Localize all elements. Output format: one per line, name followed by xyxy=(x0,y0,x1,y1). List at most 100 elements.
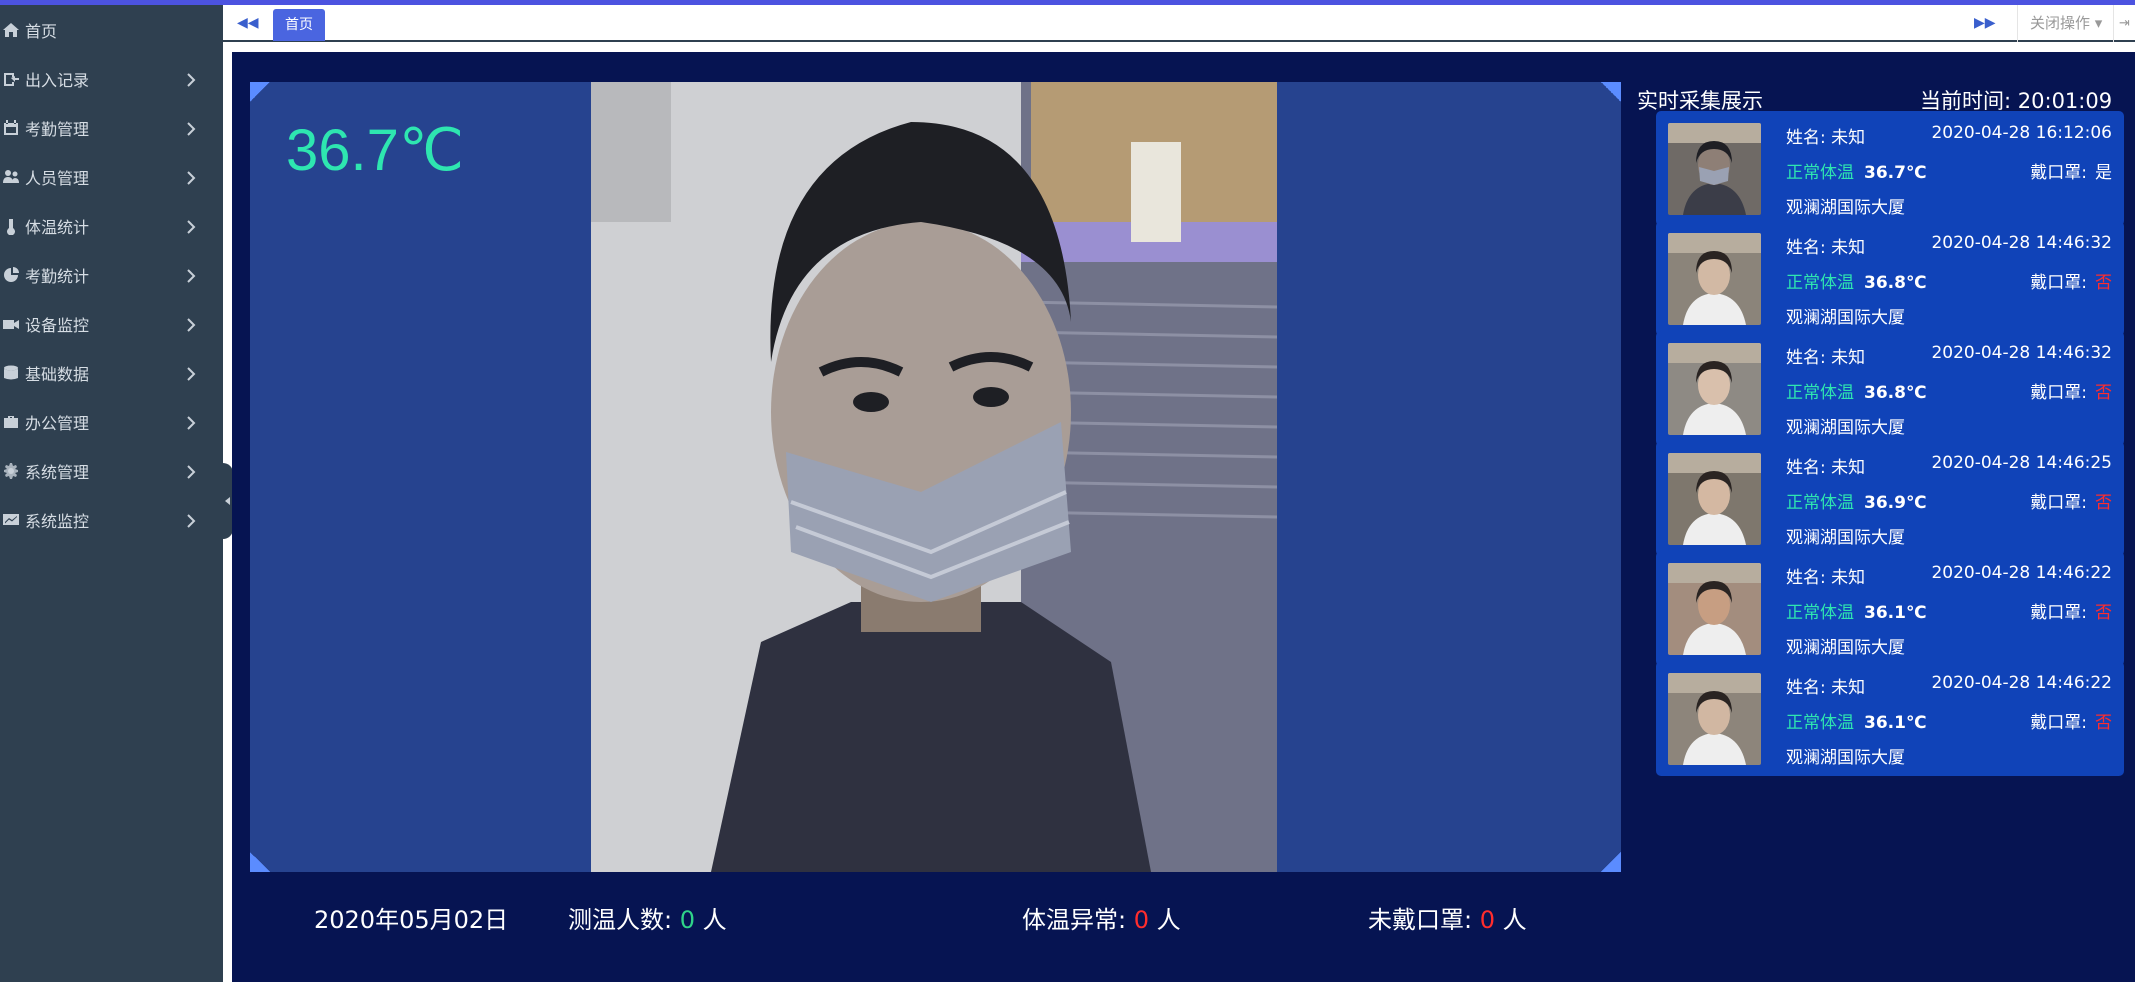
chevron-right-icon xyxy=(184,72,198,87)
record-datetime: 2020-04-28 14:46:22 xyxy=(1931,673,2112,693)
no-mask-unit: 人 xyxy=(1502,906,1527,934)
sidebar-item-label: 设备监控 xyxy=(25,315,90,335)
chevron-right-icon xyxy=(184,415,198,430)
close-operations-dropdown[interactable]: 关闭操作 ▾ xyxy=(2017,5,2114,42)
measured-unit: 人 xyxy=(702,906,727,934)
live-temperature-readout: 36.7℃ xyxy=(286,118,465,183)
pie-chart-icon xyxy=(0,264,22,286)
exit-icon[interactable]: ⇥ xyxy=(2113,5,2135,42)
mask-status: 戴口罩: 否 xyxy=(2030,488,2112,513)
camera-feed-image xyxy=(591,82,1277,872)
current-date: 2020年05月02日 xyxy=(314,906,509,934)
capture-record-card[interactable]: 姓名: 未知 2020-04-28 14:46:22 正常体温 36.1℃ 戴口罩: 否观… xyxy=(1656,551,2124,666)
abnormal-unit: 人 xyxy=(1156,906,1181,934)
record-datetime: 2020-04-28 14:46:32 xyxy=(1931,233,2112,253)
capture-thumbnail xyxy=(1668,123,1761,215)
temperature-status: 正常体温 xyxy=(1786,273,1854,293)
record-temperature: 正常体温 36.8℃ xyxy=(1786,378,1927,403)
mask-label: 戴口罩: xyxy=(2030,713,2087,733)
capture-record-card[interactable]: 姓名: 未知 2020-04-28 14:46:25 正常体温 36.9℃ 戴口罩: 否观… xyxy=(1656,441,2124,556)
record-temperature: 正常体温 36.1℃ xyxy=(1786,708,1927,733)
record-name: 姓名: 未知 xyxy=(1786,128,1866,148)
sidebar-item[interactable]: 考勤统计 xyxy=(0,250,223,299)
mask-value: 否 xyxy=(2095,603,2112,623)
home-icon xyxy=(0,19,22,41)
sidebar-item-label: 人员管理 xyxy=(25,168,90,188)
tab-bar: ◀◀ 首页 ▶▶ 关闭操作 ▾ ⇥ xyxy=(223,5,2135,42)
mask-value: 是 xyxy=(2095,163,2112,183)
abnormal-temp-stat: 体温异常: 0 人 xyxy=(1022,900,1181,935)
mask-label: 戴口罩: xyxy=(2030,493,2087,513)
tab-home[interactable]: 首页 xyxy=(273,9,325,41)
measured-count-value: 0 xyxy=(679,906,696,934)
access-log-icon xyxy=(0,68,22,90)
temperature-status: 正常体温 xyxy=(1786,713,1854,733)
sidebar-item[interactable]: 出入记录 xyxy=(0,54,223,103)
capture-thumbnail xyxy=(1668,233,1761,325)
capture-record-card[interactable]: 姓名: 未知 2020-04-28 16:12:06 正常体温 36.7℃ 戴口罩: 是观… xyxy=(1656,111,2124,226)
capture-record-card[interactable]: 姓名: 未知 2020-04-28 14:46:32 正常体温 36.8℃ 戴口罩: 否观… xyxy=(1656,331,2124,446)
chevron-right-icon xyxy=(184,170,198,185)
sidebar-item-label: 首页 xyxy=(25,21,58,41)
users-icon xyxy=(0,166,22,188)
no-mask-label: 未戴口罩: xyxy=(1368,906,1473,934)
sidebar-item[interactable]: 办公管理 xyxy=(0,397,223,446)
record-location: 观澜湖国际大厦 xyxy=(1786,198,1905,218)
record-datetime: 2020-04-28 16:12:06 xyxy=(1931,123,2112,143)
mask-label: 戴口罩: xyxy=(2030,603,2087,623)
sidebar-item-label: 考勤管理 xyxy=(25,119,90,139)
mask-value: 否 xyxy=(2095,713,2112,733)
current-time-value: 20:01:09 xyxy=(2017,89,2113,113)
current-time-label: 当前时间: xyxy=(1920,89,2012,113)
temperature-value: 36.8℃ xyxy=(1864,383,1927,403)
sidebar-item[interactable]: 基础数据 xyxy=(0,348,223,397)
sidebar-item[interactable]: 首页 xyxy=(0,5,223,54)
record-name: 姓名: 未知 xyxy=(1786,458,1866,478)
mask-label: 戴口罩: xyxy=(2030,163,2087,183)
mask-value: 否 xyxy=(2095,383,2112,403)
record-temperature: 正常体温 36.9℃ xyxy=(1786,488,1927,513)
caret-down-icon: ▾ xyxy=(2090,14,2103,32)
tab-scroll-right-button[interactable]: ▶▶ xyxy=(1974,13,1996,33)
temperature-dashboard: 36.7℃ 2020年05月02日 测温人数: 0 人 体温异常: 0 人 未戴… xyxy=(232,52,2135,982)
thermometer-icon xyxy=(0,215,22,237)
no-mask-count-value: 0 xyxy=(1479,906,1496,934)
record-name: 姓名: 未知 xyxy=(1786,348,1866,368)
sidebar-item-label: 出入记录 xyxy=(25,70,90,90)
sidebar-item[interactable]: 人员管理 xyxy=(0,152,223,201)
sidebar-item-label: 基础数据 xyxy=(25,364,90,384)
video-camera-icon xyxy=(0,313,22,335)
mask-status: 戴口罩: 否 xyxy=(2030,268,2112,293)
record-temperature: 正常体温 36.7℃ xyxy=(1786,158,1927,183)
capture-thumbnail xyxy=(1668,563,1761,655)
capture-record-card[interactable]: 姓名: 未知 2020-04-28 14:46:22 正常体温 36.1℃ 戴口罩: 否观… xyxy=(1656,661,2124,776)
mask-status: 戴口罩: 否 xyxy=(2030,598,2112,623)
chevron-right-icon xyxy=(184,366,198,381)
calendar-icon xyxy=(0,117,22,139)
temperature-value: 36.1℃ xyxy=(1864,713,1927,733)
tab-scroll-left-button[interactable]: ◀◀ xyxy=(237,13,259,33)
capture-thumbnail xyxy=(1668,673,1761,765)
chevron-right-icon xyxy=(184,464,198,479)
temperature-value: 36.8℃ xyxy=(1864,273,1927,293)
sidebar-item[interactable]: 体温统计 xyxy=(0,201,223,250)
record-name: 姓名: 未知 xyxy=(1786,568,1866,588)
mask-value: 否 xyxy=(2095,273,2112,293)
sidebar-item[interactable]: 考勤管理 xyxy=(0,103,223,152)
record-location: 观澜湖国际大厦 xyxy=(1786,528,1905,548)
sidebar-item-label: 办公管理 xyxy=(25,413,90,433)
mask-status: 戴口罩: 否 xyxy=(2030,378,2112,403)
sidebar-item[interactable]: 设备监控 xyxy=(0,299,223,348)
close-operations-label: 关闭操作 xyxy=(2030,14,2091,32)
camera-feed-illustration xyxy=(591,82,1277,872)
record-datetime: 2020-04-28 14:46:25 xyxy=(1931,453,2112,473)
record-datetime: 2020-04-28 14:46:22 xyxy=(1931,563,2112,583)
sidebar-item[interactable]: 系统管理 xyxy=(0,446,223,495)
camera-panel: 36.7℃ xyxy=(250,82,1621,872)
chevron-right-icon xyxy=(184,268,198,283)
sidebar-item[interactable]: 系统监控 xyxy=(0,495,223,544)
mask-value: 否 xyxy=(2095,493,2112,513)
record-name: 姓名: 未知 xyxy=(1786,678,1866,698)
temperature-value: 36.1℃ xyxy=(1864,603,1927,623)
capture-record-card[interactable]: 姓名: 未知 2020-04-28 14:46:32 正常体温 36.8℃ 戴口罩: 否观… xyxy=(1656,221,2124,336)
